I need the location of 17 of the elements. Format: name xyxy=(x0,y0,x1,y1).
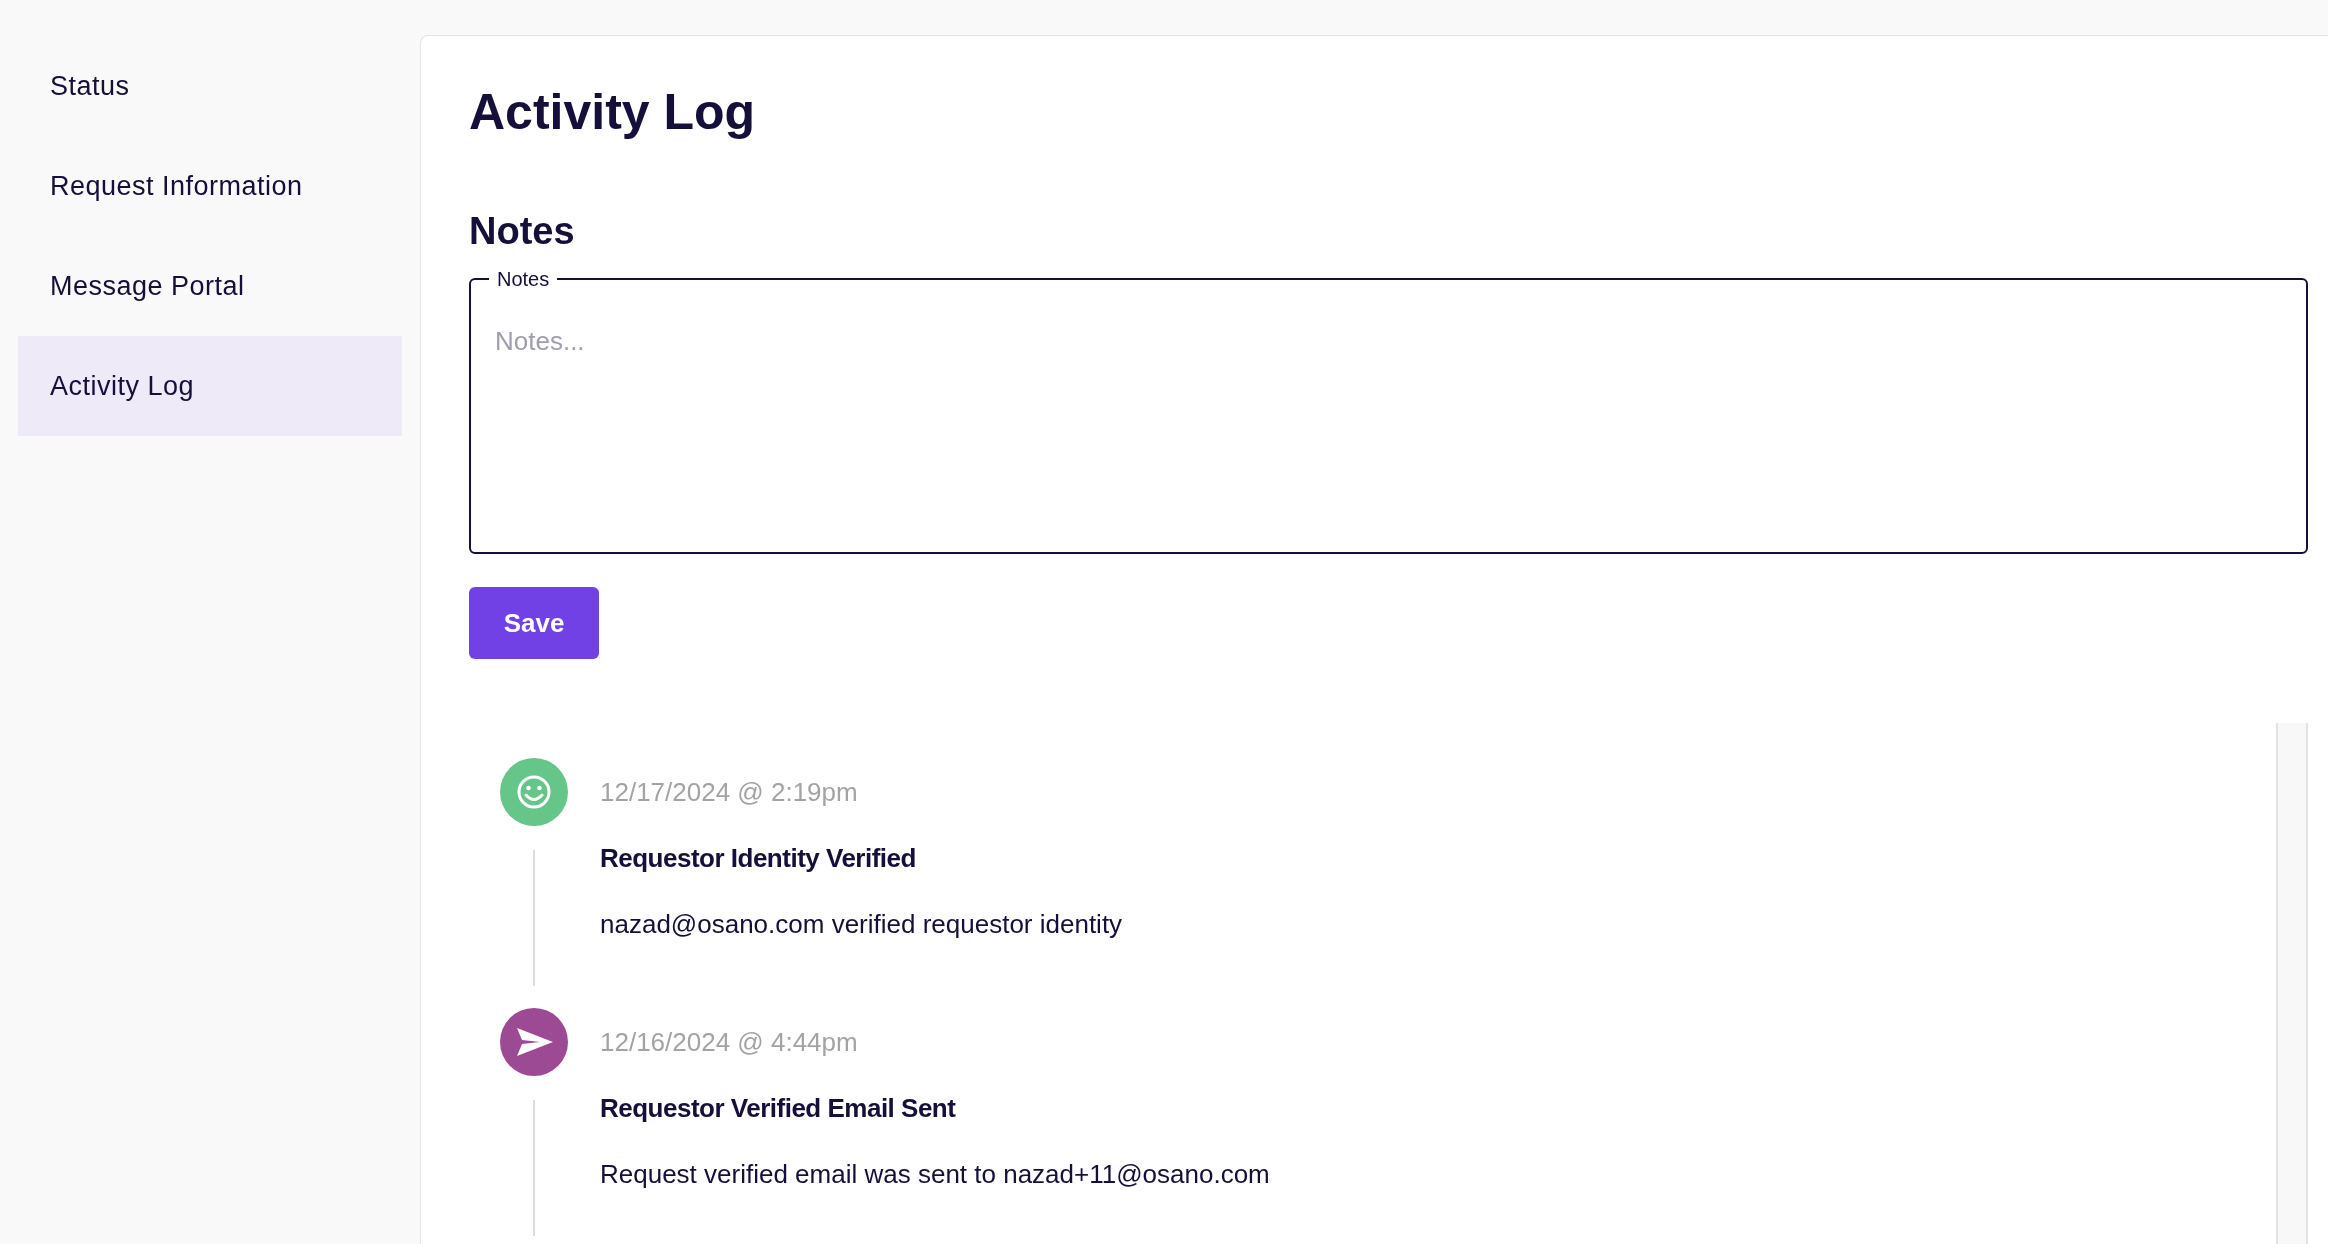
timestamp: 12/16/2024 @ 4:44pm xyxy=(600,1026,858,1059)
event-description: Request verified email was sent to nazad+11@osano.com xyxy=(600,1158,1270,1191)
event-description: nazad@osano.com verified requestor identity xyxy=(600,908,1123,941)
event-title: Requestor Verified Email Sent xyxy=(600,1092,956,1125)
page-title: Activity Log xyxy=(469,83,756,142)
field-label: Notes xyxy=(496,267,551,292)
notes-field[interactable]: Notes... xyxy=(495,322,2282,542)
notes-heading: Notes xyxy=(469,209,575,254)
timestamp: 12/17/2024 @ 2:19pm xyxy=(600,776,858,809)
save-button[interactable]: Save xyxy=(469,587,599,659)
send-icon xyxy=(500,1008,568,1076)
sidebar-item[interactable]: Message Portal xyxy=(18,236,402,336)
smiley-icon xyxy=(500,758,568,826)
sidebar-item[interactable]: Activity Log xyxy=(18,336,402,436)
sidebar-item[interactable]: Status xyxy=(18,36,402,136)
sidebar-item[interactable]: Request Information xyxy=(18,136,402,236)
event-title: Requestor Identity Verified xyxy=(600,842,916,875)
